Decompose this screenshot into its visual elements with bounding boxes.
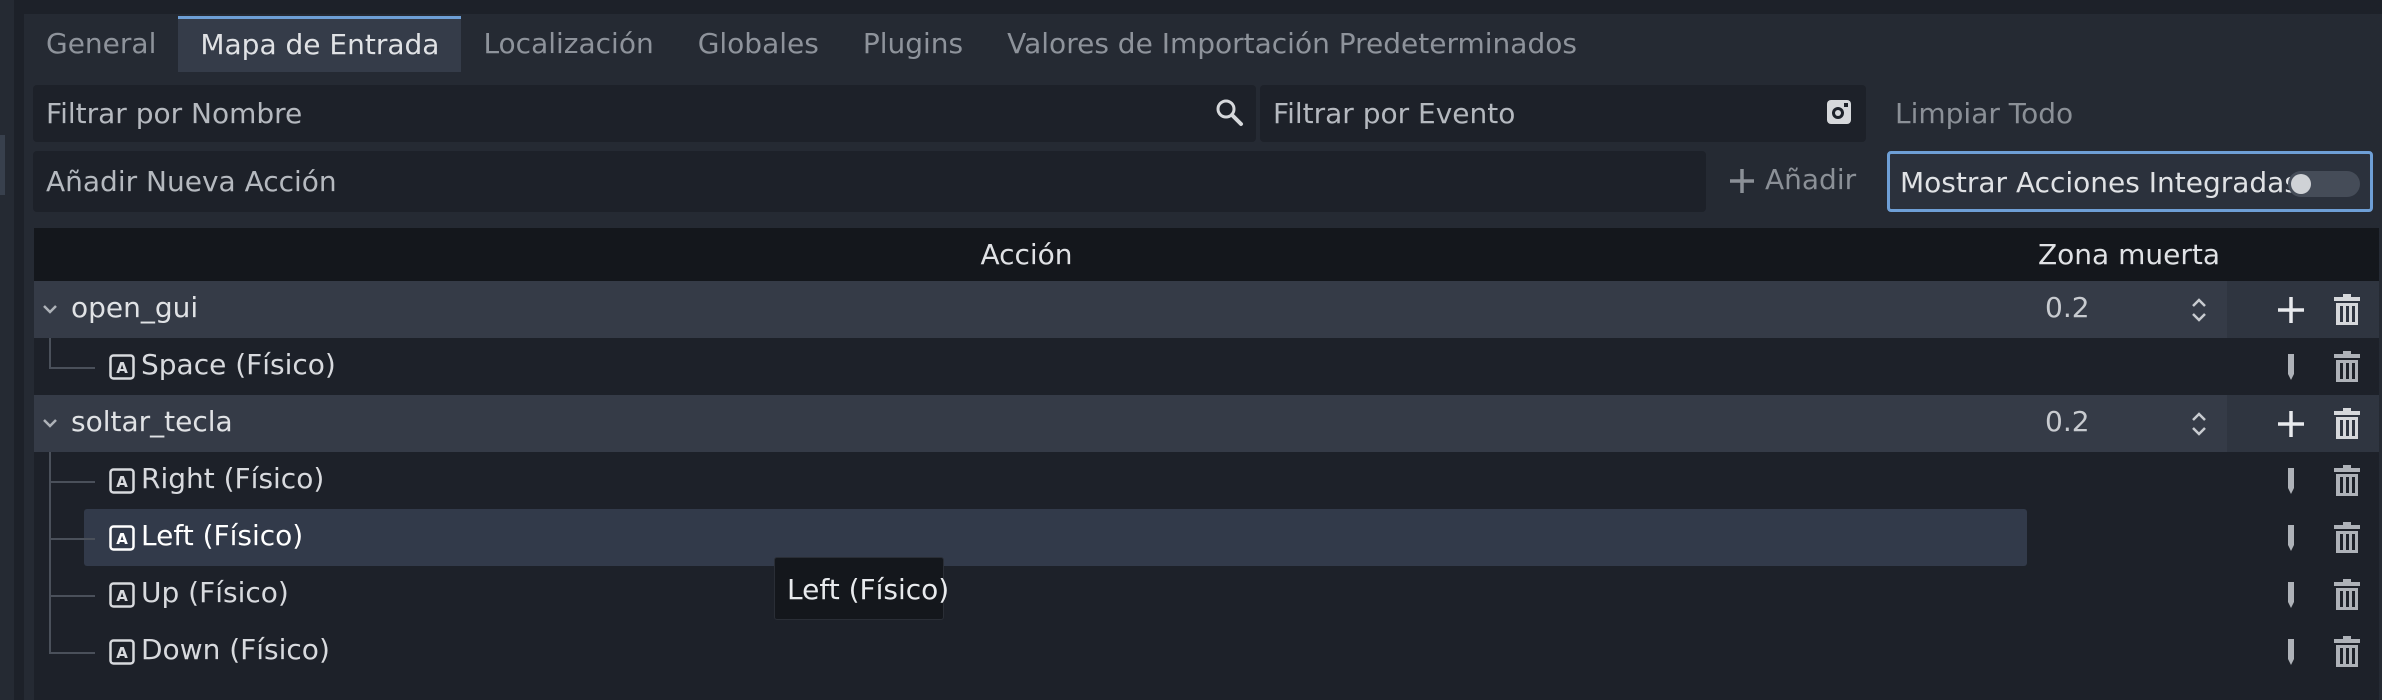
action-name: soltar_tecla [71,405,233,438]
edit-pencil-icon[interactable] [2274,521,2308,555]
trash-icon[interactable] [2330,350,2364,384]
event-row[interactable]: A Down (Físico) [34,623,2379,680]
deadzone-value: 0.2 [2045,291,2090,324]
tooltip: Left (Físico) [774,557,949,620]
chevron-down-icon[interactable] [40,299,60,319]
tab-input-map[interactable]: Mapa de Entrada [178,16,462,72]
svg-text:A: A [116,473,128,491]
event-label: Up (Físico) [141,576,289,609]
action-row[interactable]: soltar_tecla 0.2 [34,395,2379,452]
chevron-down-icon[interactable] [40,413,60,433]
trash-icon[interactable] [2330,464,2364,498]
keyboard-key-icon: A [109,354,135,380]
tab-globals[interactable]: Globales [676,16,841,72]
spin-arrows-icon[interactable] [2189,409,2209,439]
deadzone-spinbox[interactable]: 0.2 [2037,281,2217,338]
new-action-field [33,151,1706,212]
tree-line [49,538,95,540]
search-icon [1216,99,1243,126]
left-edge-panel [0,0,14,700]
add-action-label: Añadir [1765,163,1857,196]
clear-all-button[interactable]: Limpiar Todo [1895,97,2073,130]
add-action-button[interactable]: Añadir [1725,151,1885,212]
deadzone-value: 0.2 [2045,405,2090,438]
tab-import-defaults[interactable]: Valores de Importación Predeterminados [985,16,1599,72]
event-row[interactable]: A Right (Físico) [34,452,2379,509]
svg-text:A: A [116,530,128,548]
deadzone-spinbox[interactable]: 0.2 [2037,395,2217,452]
selection-highlight [84,509,2027,566]
keyboard-key-icon: A [109,639,135,665]
tree-line [49,481,95,483]
action-tree: Acción Zona muerta open_gui 0.2 A Space … [34,228,2379,700]
event-label: Space (Físico) [141,348,336,381]
project-settings-panel: General Mapa de Entrada Localización Glo… [24,0,2382,700]
tooltip-text: Left (Físico) [787,573,950,606]
plus-icon [1730,169,1754,193]
edit-pencil-icon[interactable] [2274,464,2308,498]
event-label: Left (Físico) [141,519,304,552]
event-row[interactable]: A Up (Físico) [34,566,2379,623]
edit-pencil-icon[interactable] [2274,350,2308,384]
trash-icon[interactable] [2330,521,2364,555]
event-row[interactable]: A Space (Físico) [34,338,2379,395]
trash-icon[interactable] [2330,578,2364,612]
action-row-bg [34,281,2227,338]
trash-icon[interactable] [2330,635,2364,669]
toggle-switch[interactable] [2288,171,2360,197]
tree-line [49,595,95,597]
action-row[interactable]: open_gui 0.2 [34,281,2379,338]
action-name: open_gui [71,291,199,324]
filter-by-name-field [33,85,1256,142]
column-action-header: Acción [980,238,1073,271]
event-listen-icon[interactable] [1824,97,1854,127]
svg-text:A: A [116,359,128,377]
svg-text:A: A [116,644,128,662]
tree-header: Acción Zona muerta [34,228,2379,281]
event-row-selected[interactable]: A Left (Físico) [34,509,2379,566]
filter-by-event-field [1260,85,1866,142]
filter-by-event-input[interactable] [1260,85,1866,142]
keyboard-key-icon: A [109,468,135,494]
event-label: Right (Físico) [141,462,325,495]
trash-icon[interactable] [2330,407,2364,441]
show-builtin-actions-label: Mostrar Acciones Integradas [1900,166,2299,199]
tree-line [49,652,95,654]
edit-pencil-icon[interactable] [2274,635,2308,669]
tab-general[interactable]: General [24,16,178,72]
tab-plugins[interactable]: Plugins [841,16,985,72]
add-event-icon[interactable] [2274,407,2308,441]
trash-icon[interactable] [2330,293,2364,327]
column-deadzone-header: Zona muerta [2037,238,2220,271]
spin-arrows-icon[interactable] [2189,295,2209,325]
keyboard-key-icon: A [109,582,135,608]
action-row-bg [34,395,2227,452]
event-label: Down (Físico) [141,633,330,666]
new-action-input[interactable] [33,151,1706,212]
edit-pencil-icon[interactable] [2274,578,2308,612]
toggle-knob [2291,174,2311,194]
add-event-icon[interactable] [2274,293,2308,327]
left-selection-marker [0,135,5,195]
tree-line [49,338,51,368]
keyboard-key-icon: A [109,525,135,551]
tab-localization[interactable]: Localización [461,16,675,72]
tree-line [49,367,95,369]
top-strip [24,0,2382,14]
show-builtin-actions-toggle[interactable]: Mostrar Acciones Integradas [1887,151,2373,212]
filter-by-name-input[interactable] [33,85,1256,142]
tab-bar: General Mapa de Entrada Localización Glo… [24,16,2382,72]
svg-text:A: A [116,587,128,605]
